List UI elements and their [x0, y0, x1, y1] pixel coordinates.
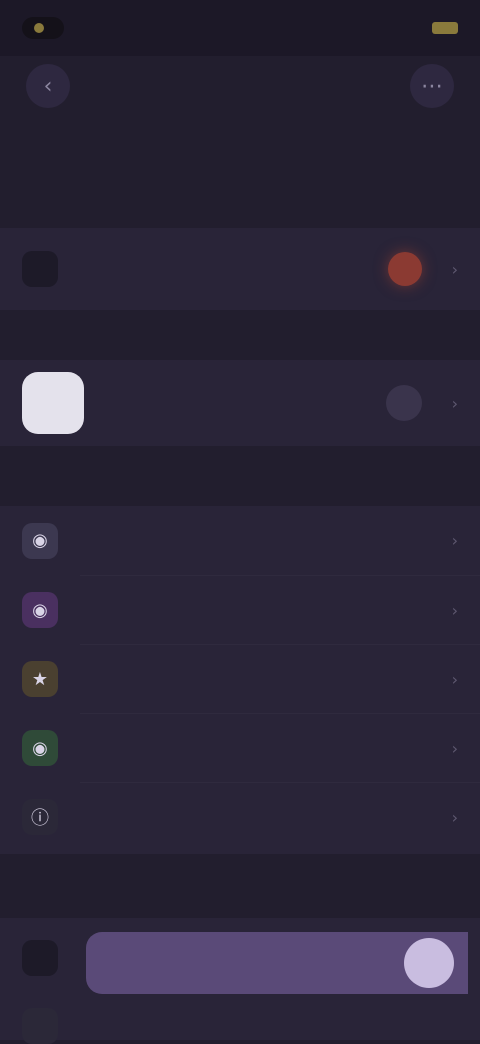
chevron-right-icon: › [451, 259, 458, 279]
profile-row[interactable]: › [0, 360, 480, 446]
preference-row-privacy[interactable]: ◉ › [0, 714, 480, 782]
profile-badge-icon [385, 385, 422, 421]
back-button[interactable]: ‹ [26, 64, 70, 108]
preference-row-about[interactable]: ⓘ › [0, 783, 480, 851]
chevron-right-icon: › [451, 600, 458, 620]
chevron-right-icon: › [451, 531, 458, 550]
profile-card: › [0, 360, 480, 446]
chevron-right-icon: › [451, 738, 458, 758]
account-icon [22, 251, 58, 287]
shield-icon: ◉ [22, 730, 58, 766]
status-left [22, 17, 64, 39]
account-card: › [0, 228, 480, 310]
preference-row-appearance[interactable]: ◉ › [0, 576, 480, 644]
chevron-left-icon: ‹ [43, 73, 53, 99]
account-row[interactable]: › [0, 228, 480, 310]
top-actions: ‹ ⋯ [0, 62, 480, 110]
more-icon: ⋯ [421, 73, 443, 99]
toggle-switch[interactable] [404, 938, 454, 988]
preference-row-notifications[interactable]: ◉ › [0, 506, 480, 575]
preference-row-favorites[interactable]: ★ › [0, 645, 480, 713]
info-icon: ⓘ [22, 799, 58, 835]
preferences-card: ◉ › ◉ › ★ › ◉ › ⓘ › [0, 506, 480, 854]
next-row-icon [22, 1008, 58, 1044]
battery-icon [432, 22, 458, 34]
status-bar [0, 0, 480, 56]
status-right [424, 22, 458, 34]
chevron-right-icon: › [451, 393, 458, 413]
recording-dot-icon [34, 23, 44, 33]
chevron-right-icon: › [451, 807, 458, 827]
chevron-right-icon: › [451, 669, 458, 689]
avatar [22, 372, 84, 434]
alert-dot-icon [387, 252, 422, 286]
toggle-row-icon [22, 940, 58, 976]
toggle-row[interactable] [86, 932, 468, 994]
more-button[interactable]: ⋯ [410, 64, 454, 108]
star-icon: ★ [22, 661, 58, 697]
palette-icon: ◉ [22, 592, 58, 628]
status-pill [22, 17, 64, 39]
bell-icon: ◉ [22, 522, 58, 559]
